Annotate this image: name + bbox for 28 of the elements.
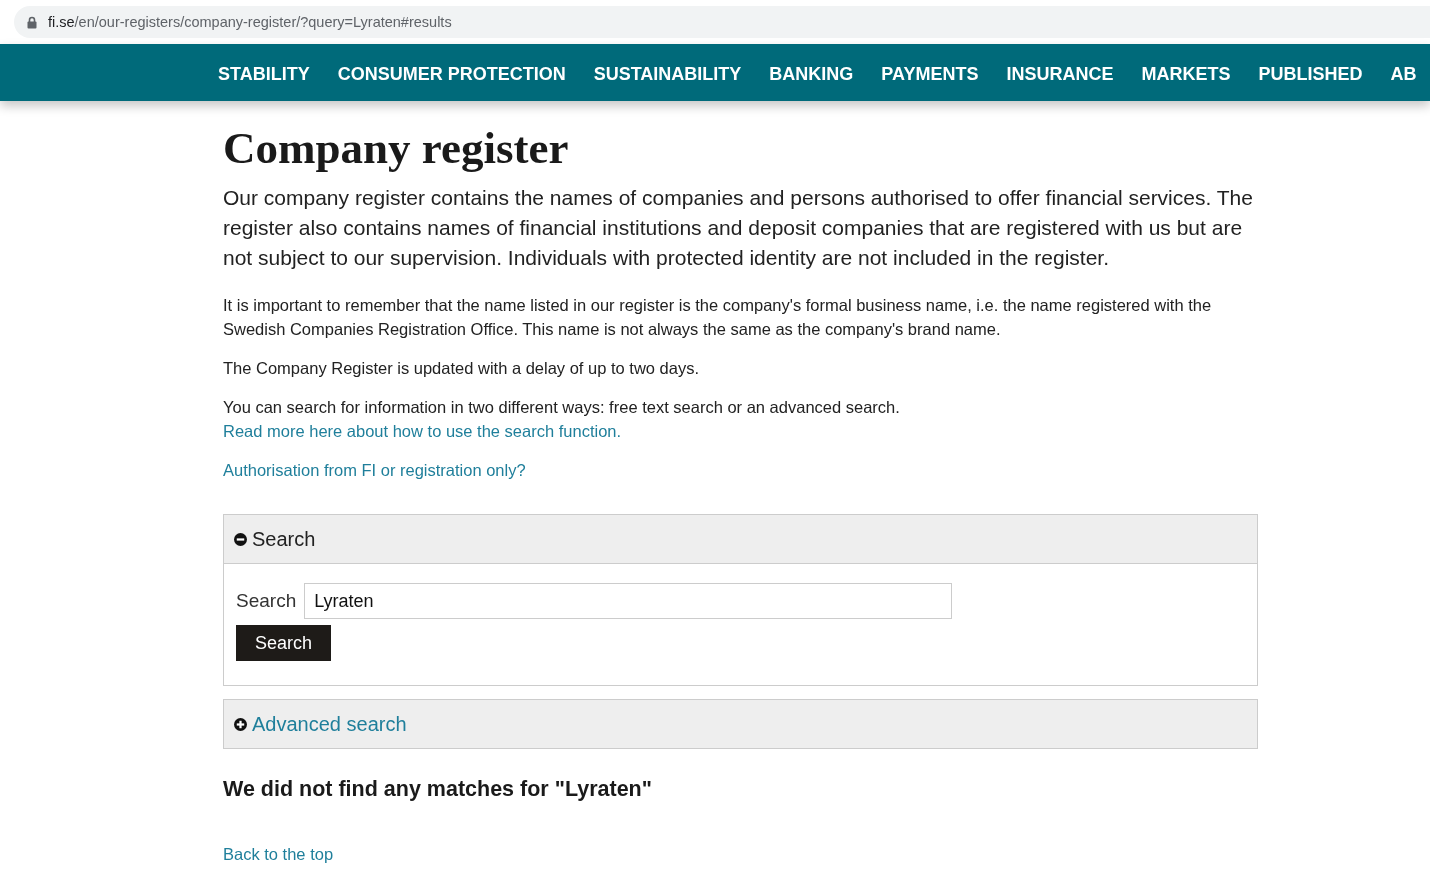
back-to-top-link[interactable]: Back to the top (223, 845, 334, 863)
nav-link[interactable]: MARKETS (1141, 64, 1231, 85)
search-button[interactable]: Search (236, 625, 332, 661)
nav-link[interactable]: AB (1390, 64, 1417, 85)
field-label: Search (236, 590, 297, 612)
nav-link[interactable]: INSURANCE (1006, 64, 1114, 85)
paragraph: It is important to remember that the name listed in our register is the company's formal business name, i.e. the name registered with the Swedish Companies Registration Office. This name is not always the same as the company's brand name. (223, 295, 1213, 340)
nav-link[interactable]: PAYMENTS (881, 64, 979, 85)
url-text: fi.se/en/our-registers/company-register/?query=Lyraten#results (48, 14, 452, 30)
paragraph: You can search for information in two different ways: free text search or an advanced search. Read more here about how to use the search function. (223, 397, 901, 442)
page-title: Company register (223, 122, 570, 174)
nav-link[interactable]: SUSTAINABILITY (593, 64, 742, 85)
nav-link[interactable]: PUBLISHED (1258, 64, 1363, 85)
nav-link[interactable]: STABILITY (218, 64, 310, 85)
accordion-header[interactable]: Search (224, 515, 1257, 564)
accordion-header[interactable]: Advanced search (224, 700, 1257, 748)
plus-circle-icon (234, 717, 247, 731)
address-bar[interactable]: fi.se/en/our-registers/company-register/?query=Lyraten#results (14, 6, 1430, 38)
nav-link[interactable]: BANKING (769, 64, 854, 85)
result-heading: We did not find any matches for "Lyraten" (223, 776, 653, 803)
nav-link[interactable]: CONSUMER PROTECTION (337, 64, 566, 85)
paragraph: The Company Register is updated with a delay of up to two days. (223, 358, 700, 379)
lead-paragraph: Our company register contains the names of companies and persons authorised to offer financial services. The register also contains names of financial institutions and deposit companies that are registered with us but are not subject to our supervision. Individuals with protected identity are not included in the register. (223, 185, 1254, 271)
minus-circle-icon (234, 532, 247, 546)
lock-icon (27, 15, 37, 29)
link[interactable]: Authorisation from FI or registration only? (223, 461, 526, 479)
search-field[interactable]: Lyraten (304, 583, 953, 619)
link[interactable]: Read more here about how to use the search function. (223, 422, 622, 440)
